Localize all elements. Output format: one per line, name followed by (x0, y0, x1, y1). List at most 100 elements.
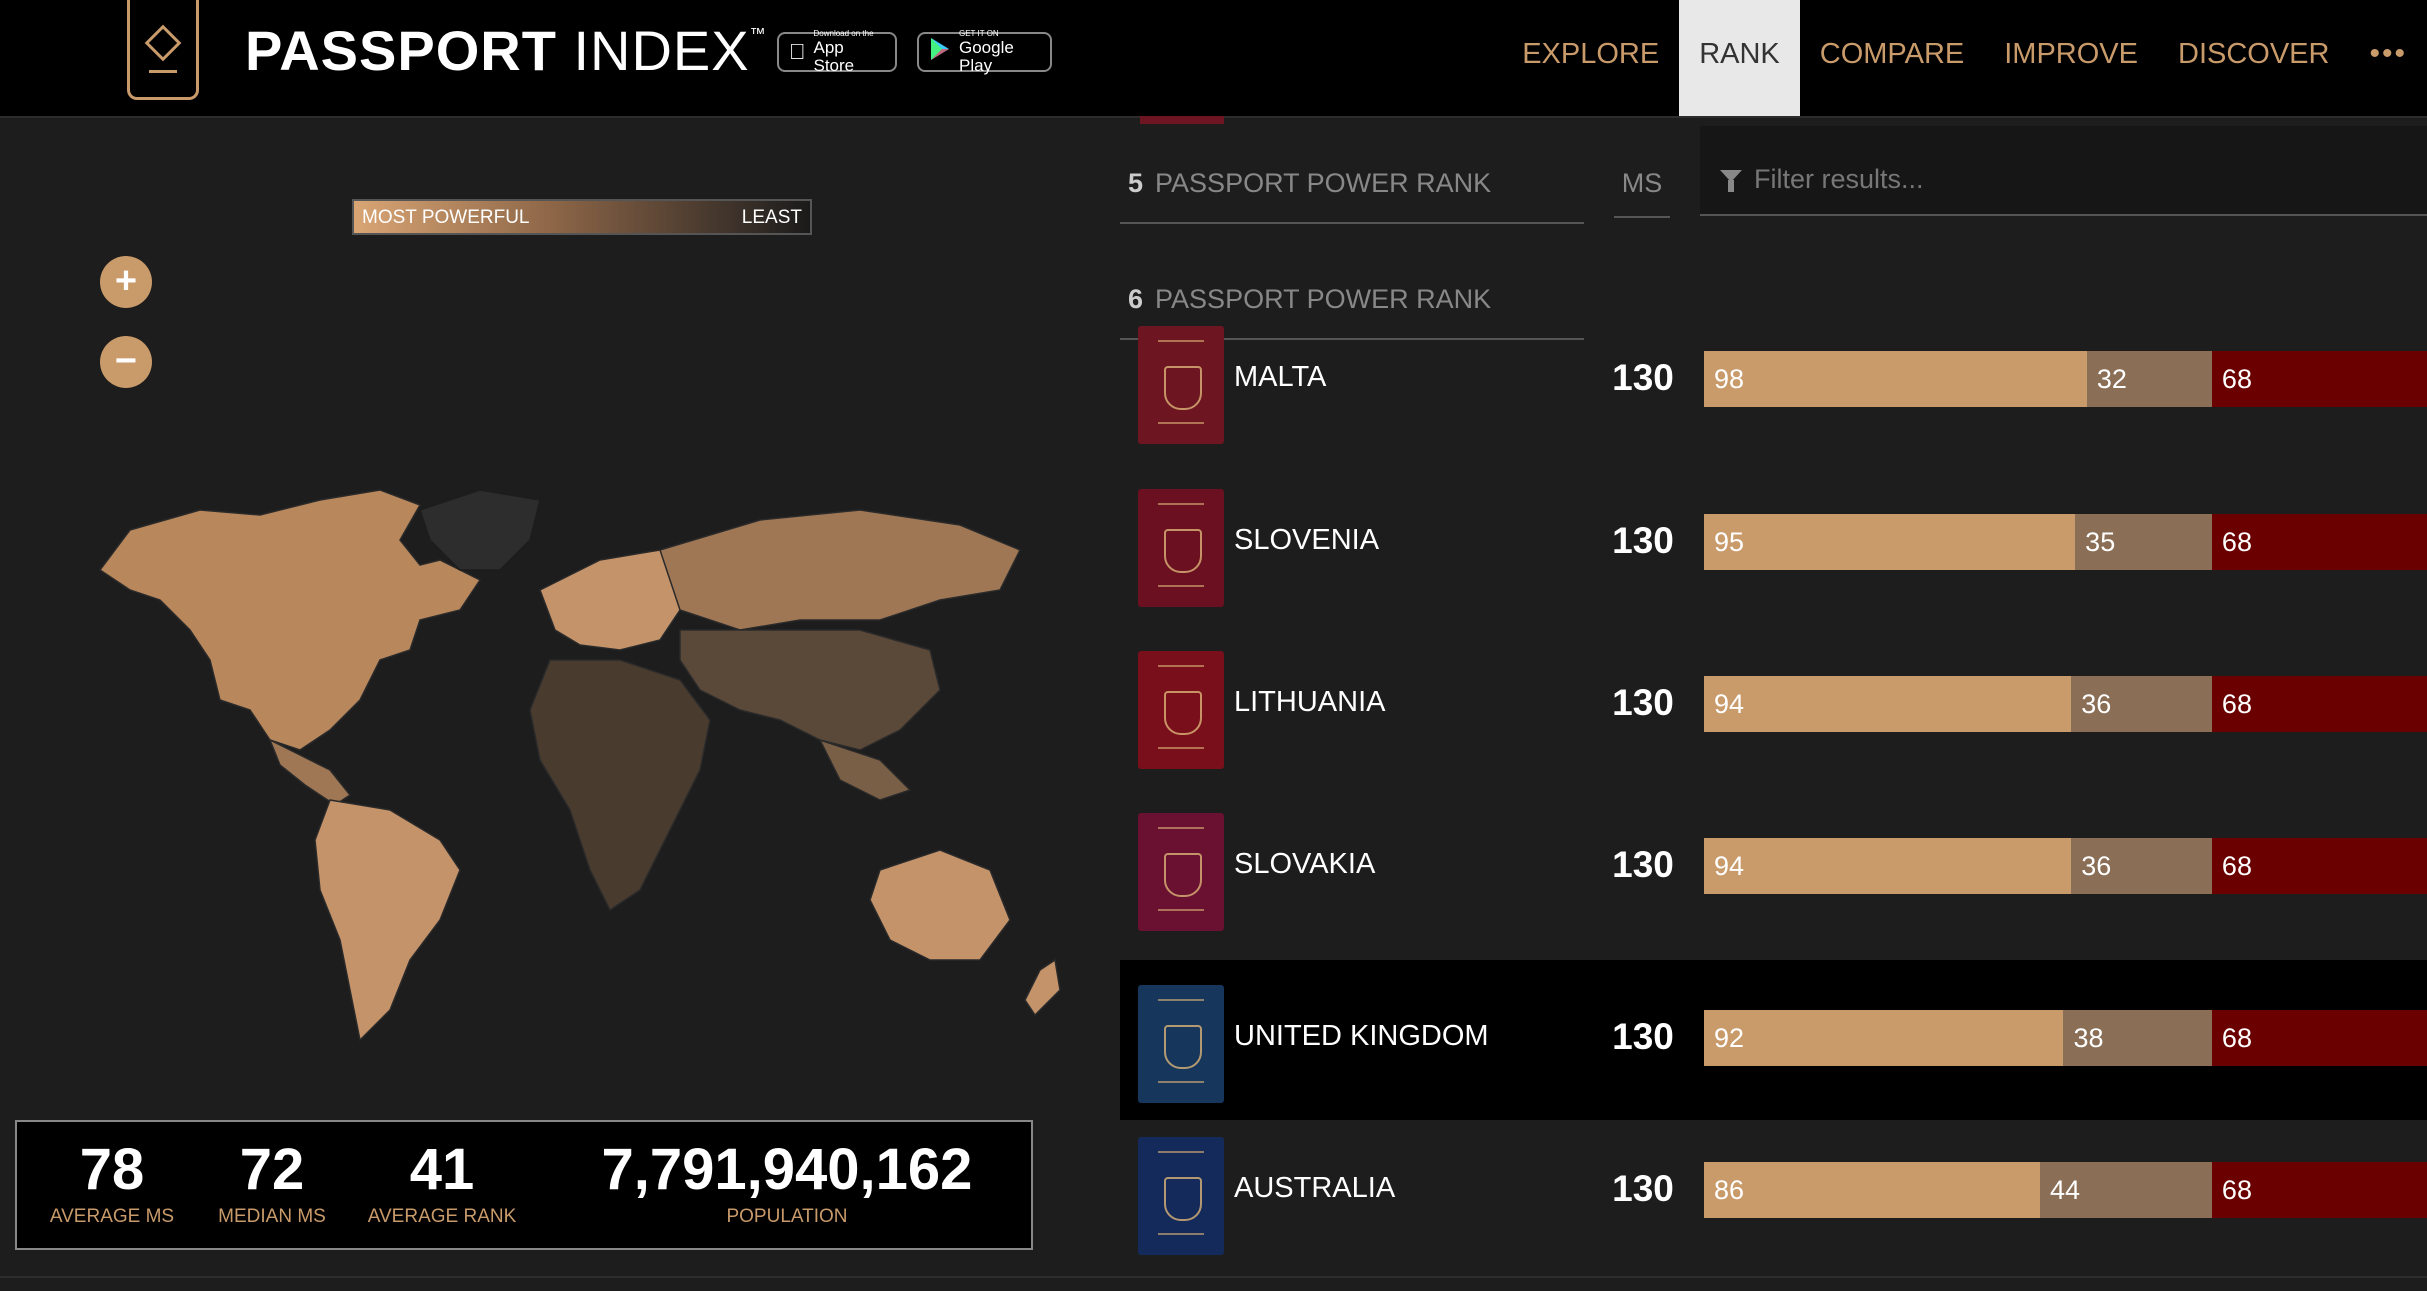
passport-cover-icon[interactable] (1138, 985, 1224, 1103)
brand-name-light: INDEX (573, 19, 750, 82)
zoom-out-button[interactable]: − (100, 336, 152, 388)
stat-label: AVERAGE RANK (367, 1206, 517, 1227)
visa-on-arrival-bar[interactable]: 32 (2086, 351, 2212, 407)
country-row[interactable]: SLOVENIA 130 95 35 68 (1120, 464, 2427, 624)
rank-panel: 5PASSPORT POWER RANK MS 6PASSPORT POWER … (1120, 116, 2427, 1291)
visa-required-bar[interactable]: 68 (2211, 514, 2427, 570)
legend-least-label: LEAST (741, 207, 802, 228)
country-name[interactable]: LITHUANIA (1234, 686, 1385, 719)
nav-improve[interactable]: IMPROVE (1984, 0, 2158, 116)
country-row[interactable]: LITHUANIA 130 94 36 68 (1120, 626, 2427, 786)
stat-population: 7,791,940,162 POPULATION (577, 1140, 997, 1228)
visa-free-bar[interactable]: 95 (1704, 514, 2076, 570)
visa-required-bar[interactable]: 68 (2211, 838, 2427, 894)
map-africa (529, 659, 711, 912)
stat-label: MEDIAN MS (218, 1206, 326, 1227)
visa-free-bar[interactable]: 86 (1704, 1162, 2040, 1218)
stat-value: 72 (239, 1137, 305, 1202)
world-map[interactable] (60, 470, 1080, 1070)
country-name[interactable]: SLOVAKIA (1234, 848, 1375, 881)
mobility-score: 130 (1612, 357, 1674, 398)
mobility-score: 130 (1612, 682, 1674, 723)
google-play-button[interactable]: GET IT ON Google Play (917, 29, 1052, 75)
ms-header-label: MS (1621, 168, 1663, 198)
power-legend: MOST POWERFUL LEAST (352, 199, 812, 235)
country-name[interactable]: MALTA (1234, 361, 1326, 394)
visa-required-bar[interactable]: 68 (2211, 351, 2427, 407)
brand-name-bold: PASSPORT (245, 19, 557, 82)
play-icon (929, 37, 951, 67)
ms-column-header[interactable]: MS (1614, 152, 1670, 218)
stat-value: 41 (409, 1137, 475, 1202)
map-southeast-asia (818, 738, 912, 801)
nav-compare[interactable]: COMPARE (1800, 0, 1984, 116)
passport-thumbnail-partial (1140, 116, 1224, 124)
mobility-score: 130 (1612, 844, 1674, 885)
visa-free-bar[interactable]: 94 (1704, 838, 2072, 894)
main-nav: EXPLORE RANK COMPARE IMPROVE DISCOVER ••… (1502, 0, 2427, 116)
stat-average-rank: 41 AVERAGE RANK (352, 1140, 532, 1228)
stat-value: 78 (79, 1137, 145, 1202)
map-south-america (314, 799, 461, 1042)
map-asia (679, 629, 941, 751)
visa-free-bar[interactable]: 92 (1704, 1010, 2064, 1066)
passport-cover-icon[interactable] (1138, 489, 1224, 607)
country-row[interactable]: UNITED KINGDOM 130 92 38 68 (1120, 960, 2427, 1120)
apple-icon:  (789, 39, 806, 65)
nav-explore[interactable]: EXPLORE (1502, 0, 1679, 116)
passport-cover-icon[interactable] (1138, 813, 1224, 931)
country-row[interactable]: SLOVAKIA 130 94 36 68 (1120, 788, 2427, 948)
brand-title[interactable]: PASSPORT INDEX™ (245, 18, 767, 83)
stat-median-ms: 72 MEDIAN MS (197, 1140, 347, 1228)
filter-input[interactable] (1752, 156, 2356, 202)
map-central-america (268, 738, 352, 806)
stats-panel: 78 AVERAGE MS 72 MEDIAN MS 41 AVERAGE RA… (15, 1120, 1033, 1250)
more-menu-icon[interactable]: ••• (2349, 0, 2427, 116)
mobility-score: 130 (1612, 520, 1674, 561)
nav-rank[interactable]: RANK (1679, 0, 1800, 116)
stat-label: POPULATION (726, 1206, 848, 1227)
bottom-divider (0, 1276, 2427, 1278)
visa-required-bar[interactable]: 68 (2211, 1010, 2427, 1066)
map-north-america (98, 489, 482, 751)
map-russia (659, 509, 1022, 631)
app-store-button[interactable]:  Download on the App Store (777, 29, 897, 75)
map-new-zealand (1024, 958, 1061, 1017)
visa-on-arrival-bar[interactable]: 35 (2075, 514, 2212, 570)
visa-required-bar[interactable]: 68 (2211, 1162, 2427, 1218)
trademark: ™ (749, 26, 767, 43)
passport-cover-icon[interactable] (1138, 1137, 1224, 1255)
nav-discover[interactable]: DISCOVER (2158, 0, 2349, 116)
visa-required-bar[interactable]: 68 (2211, 676, 2427, 732)
visa-on-arrival-bar[interactable]: 36 (2071, 676, 2212, 732)
stat-value: 7,791,940,162 (601, 1137, 973, 1202)
visa-free-bar[interactable]: 94 (1704, 676, 2072, 732)
top-bar: PASSPORT INDEX™  Download on the App St… (0, 0, 2427, 118)
country-name[interactable]: SLOVENIA (1234, 524, 1379, 557)
country-row[interactable]: MALTA 130 98 32 68 (1120, 301, 2427, 461)
legend-most-label: MOST POWERFUL (362, 207, 530, 228)
mobility-score: 130 (1612, 1016, 1674, 1057)
map-australia (869, 849, 1011, 961)
passport-cover-icon[interactable] (1138, 651, 1224, 769)
visa-on-arrival-bar[interactable]: 44 (2040, 1162, 2212, 1218)
country-row[interactable]: AUSTRALIA 130 86 44 68 (1120, 1112, 2427, 1272)
filter-box (1700, 126, 2427, 216)
rank-header-5[interactable]: 5 PASSPORT POWER RANK (1120, 152, 1584, 224)
mobility-score: 130 (1612, 1168, 1674, 1209)
passport-logo-icon[interactable] (127, 0, 199, 100)
country-name[interactable]: UNITED KINGDOM (1234, 1020, 1489, 1053)
visa-free-bar[interactable]: 98 (1704, 351, 2087, 407)
zoom-in-button[interactable]: + (100, 256, 152, 308)
stat-label: AVERAGE MS (49, 1206, 175, 1227)
visa-on-arrival-bar[interactable]: 36 (2071, 838, 2212, 894)
rank-label: PASSPORT POWER RANK (1155, 168, 1492, 198)
app-store-label: App Store (797, 39, 873, 75)
stat-average-ms: 78 AVERAGE MS (37, 1140, 187, 1228)
google-play-label: Google Play (959, 38, 1014, 75)
map-greenland (419, 489, 541, 571)
visa-on-arrival-bar[interactable]: 38 (2063, 1010, 2212, 1066)
country-name[interactable]: AUSTRALIA (1234, 1172, 1395, 1205)
passport-cover-icon[interactable] (1138, 326, 1224, 444)
rank-number: 5 (1128, 168, 1144, 198)
